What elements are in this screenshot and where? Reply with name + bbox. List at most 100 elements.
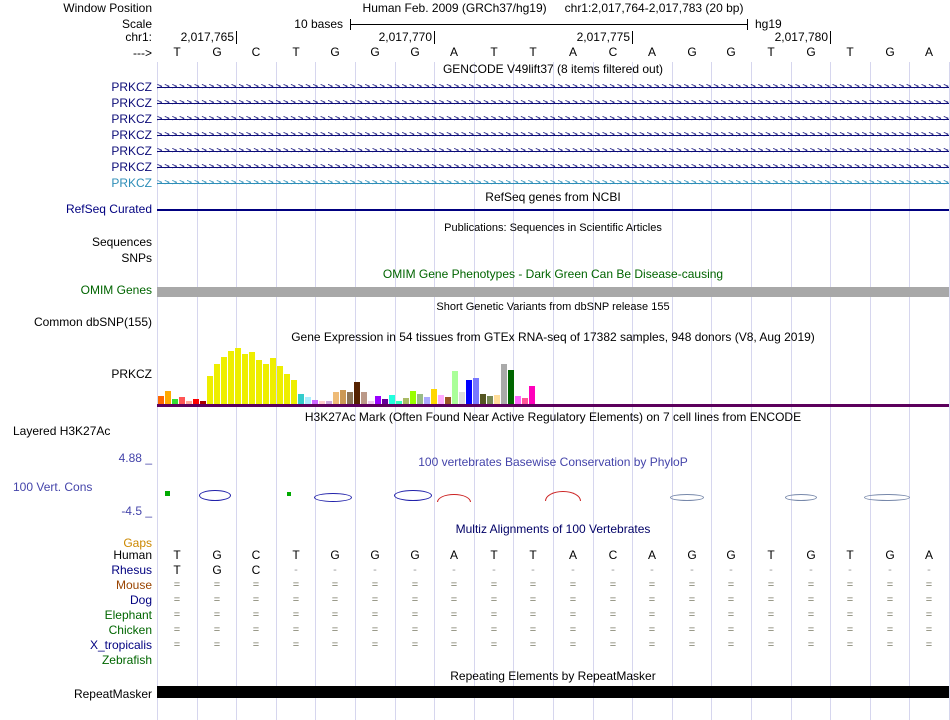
h3k27ac-label[interactable]: Layered H3K27Ac xyxy=(0,425,165,438)
gene-strand-arrows[interactable]: >>>>>>>>>>>>>>>>>>>>>>>>>>>>>>>>>>>>>>>>… xyxy=(157,96,949,110)
gtex-expression-bar xyxy=(487,396,493,404)
alignment-cell: = xyxy=(609,609,617,621)
alignment-cell: = xyxy=(727,624,735,636)
alignment-cell: = xyxy=(767,609,775,621)
snps-label[interactable]: SNPs xyxy=(0,252,152,265)
gtex-expression-bar xyxy=(501,364,507,404)
alignment-cell: = xyxy=(688,579,696,591)
gene-label[interactable]: PRKCZ xyxy=(0,145,152,158)
alignment-cell: = xyxy=(529,609,537,621)
multiz-species-label[interactable]: Mouse xyxy=(0,579,152,592)
gtex-gene-label[interactable]: PRKCZ xyxy=(0,368,152,381)
phylop-track-label[interactable]: 100 Vert. Cons xyxy=(0,481,165,494)
phylop-mark[interactable] xyxy=(785,494,817,501)
alignment-cell: = xyxy=(846,624,854,636)
multiz-species-label[interactable]: X_tropicalis xyxy=(0,639,152,652)
phylop-min-label: -4.5 _ xyxy=(121,504,152,518)
alignment-cell: = xyxy=(252,639,260,651)
gtex-expression-bar xyxy=(424,397,430,404)
alignment-cell: = xyxy=(252,594,260,606)
gene-strand-arrows[interactable]: >>>>>>>>>>>>>>>>>>>>>>>>>>>>>>>>>>>>>>>>… xyxy=(157,144,949,158)
gtex-expression-bar xyxy=(158,396,164,404)
repeatmasker-label[interactable]: RepeatMasker xyxy=(0,688,152,701)
alignment-cell: = xyxy=(331,609,339,621)
phylop-mark[interactable] xyxy=(394,490,432,501)
omim-genes-item[interactable] xyxy=(157,287,949,297)
alignment-cell: = xyxy=(292,624,300,636)
gene-strand-arrows[interactable]: >>>>>>>>>>>>>>>>>>>>>>>>>>>>>>>>>>>>>>>>… xyxy=(157,112,949,126)
alignment-cell: - xyxy=(611,564,615,576)
gtex-expression-bar xyxy=(214,364,220,404)
multiz-species-label[interactable]: Human xyxy=(0,549,152,562)
alignment-cell: = xyxy=(767,624,775,636)
phylop-mark[interactable] xyxy=(287,492,291,496)
omim-genes-label[interactable]: OMIM Genes xyxy=(0,284,152,297)
ruler-base: A xyxy=(924,45,933,59)
alignment-cell: = xyxy=(609,594,617,606)
gene-label[interactable]: PRKCZ xyxy=(0,81,152,94)
phylop-mark[interactable] xyxy=(199,490,231,501)
sequences-label[interactable]: Sequences xyxy=(0,236,152,249)
ruler-base: T xyxy=(767,45,775,59)
alignment-cell: = xyxy=(648,609,656,621)
gene-label[interactable]: PRKCZ xyxy=(0,113,152,126)
gtex-expression-bar xyxy=(179,397,185,404)
alignment-cell: = xyxy=(569,624,577,636)
refseq-curated-item[interactable] xyxy=(157,209,949,211)
multiz-species-label[interactable]: Dog xyxy=(0,594,152,607)
alignment-cell: = xyxy=(371,609,379,621)
alignment-cell: = xyxy=(807,594,815,606)
alignment-cell: = xyxy=(609,639,617,651)
gtex-track-title: Gene Expression in 54 tissues from GTEx … xyxy=(291,330,815,344)
alignment-cell: = xyxy=(331,639,339,651)
alignment-cell: = xyxy=(450,579,458,591)
multiz-species-label[interactable]: Chicken xyxy=(0,624,152,637)
gtex-expression-bar xyxy=(333,392,339,404)
alignment-cell: G xyxy=(410,548,420,562)
gene-strand-arrows[interactable]: >>>>>>>>>>>>>>>>>>>>>>>>>>>>>>>>>>>>>>>>… xyxy=(157,80,949,94)
phylop-mark[interactable] xyxy=(670,494,704,501)
gtex-expression-bar xyxy=(508,370,514,404)
alignment-cell: - xyxy=(809,564,813,576)
gene-label[interactable]: PRKCZ xyxy=(0,161,152,174)
alignment-cell: T xyxy=(173,563,181,577)
alignment-cell: = xyxy=(648,639,656,651)
phylop-mark[interactable] xyxy=(864,494,910,501)
gene-strand-arrows[interactable]: >>>>>>>>>>>>>>>>>>>>>>>>>>>>>>>>>>>>>>>>… xyxy=(157,176,949,190)
ruler-tick xyxy=(236,31,237,44)
alignment-cell: = xyxy=(688,609,696,621)
gtex-track-item[interactable] xyxy=(157,347,949,404)
alignment-cell: = xyxy=(767,579,775,591)
alignment-cell: = xyxy=(331,594,339,606)
alignment-cell: - xyxy=(571,564,575,576)
omim-track-title: OMIM Gene Phenotypes - Dark Green Can Be… xyxy=(382,267,724,281)
alignment-cell: - xyxy=(769,564,773,576)
gene-strand-arrows[interactable]: >>>>>>>>>>>>>>>>>>>>>>>>>>>>>>>>>>>>>>>>… xyxy=(157,128,949,142)
position-range: chr1:2,017,764-2,017,783 (20 bp) xyxy=(564,1,744,15)
alignment-cell: - xyxy=(848,564,852,576)
phylop-mark[interactable] xyxy=(165,491,170,496)
repeatmasker-item[interactable] xyxy=(157,686,949,698)
alignment-cell: C xyxy=(251,563,261,577)
refseq-curated-label[interactable]: RefSeq Curated xyxy=(0,203,152,216)
dbsnp-label[interactable]: Common dbSNP(155) xyxy=(0,316,152,329)
multiz-species-label[interactable]: Zebrafish xyxy=(0,654,152,667)
alignment-cell: = xyxy=(490,609,498,621)
gencode-track-title: GENCODE V49lift37 (8 items filtered out) xyxy=(442,62,664,76)
multiz-species-label[interactable]: Elephant xyxy=(0,609,152,622)
alignment-cell: = xyxy=(886,639,894,651)
alignment-cell: = xyxy=(886,579,894,591)
gtex-expression-bar xyxy=(291,380,297,404)
phylop-mark[interactable] xyxy=(314,493,352,502)
gene-strand-arrows[interactable]: >>>>>>>>>>>>>>>>>>>>>>>>>>>>>>>>>>>>>>>>… xyxy=(157,160,949,174)
gtex-expression-bar xyxy=(410,391,416,404)
alignment-cell: - xyxy=(492,564,496,576)
gtex-expression-bar xyxy=(256,360,262,404)
alignment-cell: T xyxy=(292,548,300,562)
gtex-expression-bar xyxy=(431,389,437,404)
multiz-species-label[interactable]: Rhesus xyxy=(0,564,152,577)
h3k27ac-track-title: H3K27Ac Mark (Often Found Near Active Re… xyxy=(304,410,802,424)
gene-label[interactable]: PRKCZ xyxy=(0,177,152,190)
gene-label[interactable]: PRKCZ xyxy=(0,129,152,142)
gene-label[interactable]: PRKCZ xyxy=(0,97,152,110)
